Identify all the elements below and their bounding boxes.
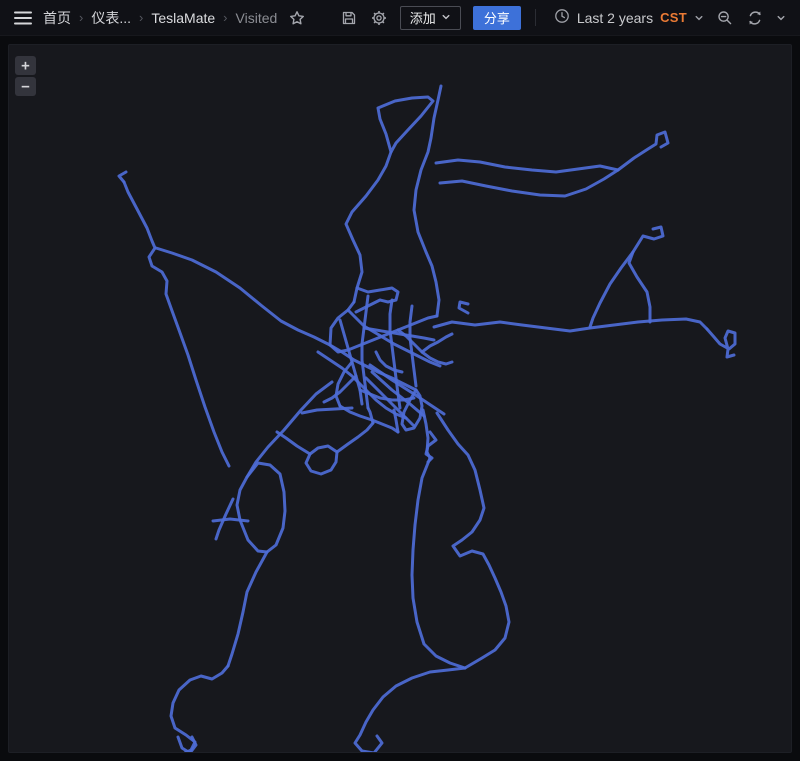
breadcrumb-visited: Visited [235, 10, 279, 26]
zoom-out-icon [717, 10, 733, 26]
breadcrumb-teslamate[interactable]: TeslaMate [150, 10, 216, 26]
breadcrumb-separator: › [216, 10, 234, 25]
add-panel-button[interactable]: 添加 [400, 6, 461, 30]
refresh-interval-dropdown[interactable] [772, 5, 790, 31]
map-zoom-control: + − [15, 56, 36, 96]
map-zoom-in-button[interactable]: + [15, 56, 36, 75]
map-panel[interactable]: + − [8, 44, 792, 753]
navbar-actions: 添加 分享 Last 2 years CST [336, 5, 790, 31]
breadcrumb-separator: › [132, 10, 150, 25]
refresh-icon [747, 10, 763, 26]
save-dashboard-button[interactable] [336, 5, 362, 31]
add-panel-label: 添加 [410, 8, 436, 27]
chevron-down-icon [694, 10, 704, 26]
favorite-button[interactable] [284, 5, 310, 31]
dashboard-content: + − [0, 36, 800, 761]
star-icon [289, 10, 305, 26]
save-icon [341, 10, 357, 26]
refresh-button[interactable] [742, 5, 768, 31]
time-range-label: Last 2 years [577, 10, 653, 26]
time-zoom-out-button[interactable] [712, 5, 738, 31]
navbar-divider [535, 9, 536, 26]
dashboard-settings-button[interactable] [366, 5, 392, 31]
breadcrumb-separator: › [72, 10, 90, 25]
chevron-down-icon [776, 13, 786, 23]
top-navbar: 首页 › 仪表... › TeslaMate › Visited 添加 [0, 0, 800, 36]
share-button[interactable]: 分享 [473, 6, 521, 30]
breadcrumb: 首页 › 仪表... › TeslaMate › Visited [42, 8, 278, 28]
map-tracks-svg [8, 44, 792, 753]
gear-icon [371, 10, 387, 26]
menu-button[interactable] [10, 5, 36, 31]
breadcrumb-home[interactable]: 首页 [42, 8, 72, 28]
map-zoom-out-button[interactable]: − [15, 77, 36, 96]
chevron-down-icon [441, 10, 451, 25]
clock-icon [554, 8, 570, 27]
hamburger-icon [14, 11, 32, 25]
breadcrumb-dashboards[interactable]: 仪表... [90, 8, 132, 28]
time-range-picker[interactable]: Last 2 years CST [550, 5, 708, 31]
timezone-label: CST [660, 10, 687, 25]
